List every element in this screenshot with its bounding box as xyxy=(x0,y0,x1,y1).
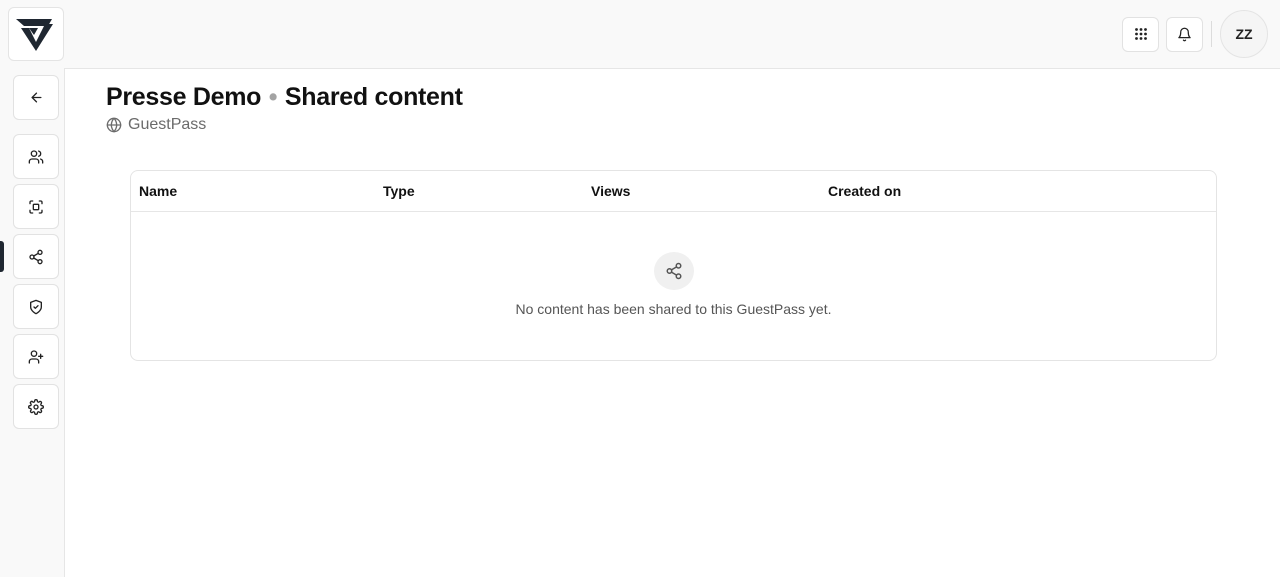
title-section: Shared content xyxy=(284,83,463,111)
notifications-button[interactable] xyxy=(1166,16,1203,52)
active-indicator xyxy=(0,241,4,272)
grid-icon xyxy=(1134,28,1147,40)
table-header: Name Type Views Created on xyxy=(131,171,1216,212)
scan-icon xyxy=(29,199,43,214)
column-header-created-on[interactable]: Created on xyxy=(828,183,901,199)
user-plus-icon xyxy=(28,349,44,364)
title-main: Presse Demo xyxy=(106,83,262,111)
empty-state-icon-wrap xyxy=(653,252,694,290)
bell-icon xyxy=(1178,27,1191,41)
sidebar-item-scan[interactable] xyxy=(13,184,59,229)
app-logo[interactable] xyxy=(8,7,64,61)
shared-content-table: Name Type Views Created on No content ha… xyxy=(130,170,1217,361)
shield-icon xyxy=(30,299,42,314)
top-bar: ZZ xyxy=(0,0,1280,68)
sidebar xyxy=(0,68,64,577)
subtitle-text: GuestPass xyxy=(128,116,207,133)
column-header-name[interactable]: Name xyxy=(139,183,177,199)
sidebar-item-invite[interactable] xyxy=(13,334,59,379)
main-content: Presse Demo • Shared content GuestPass N… xyxy=(64,68,1280,577)
sidebar-item-settings[interactable] xyxy=(13,384,59,429)
apps-button[interactable] xyxy=(1122,16,1159,52)
empty-state: No content has been shared to this Guest… xyxy=(131,252,1216,317)
page-subtitle: GuestPass xyxy=(106,116,206,134)
arrow-left-icon xyxy=(31,92,41,103)
sidebar-item-share[interactable] xyxy=(13,234,59,279)
page-title: Presse Demo • Shared content xyxy=(106,83,463,112)
logo-icon xyxy=(16,19,53,51)
column-header-views[interactable]: Views xyxy=(591,183,630,199)
sidebar-item-security[interactable] xyxy=(13,284,59,329)
globe-icon xyxy=(106,117,122,133)
title-separator: • xyxy=(268,83,278,111)
gear-icon xyxy=(28,398,44,415)
back-button[interactable] xyxy=(13,75,59,120)
empty-state-message: No content has been shared to this Guest… xyxy=(515,301,832,317)
sidebar-item-users[interactable] xyxy=(13,134,59,179)
column-header-type[interactable]: Type xyxy=(383,183,415,199)
user-avatar[interactable]: ZZ xyxy=(1220,10,1268,58)
top-actions: ZZ xyxy=(1122,10,1268,58)
header-divider xyxy=(1211,21,1212,47)
share-icon xyxy=(666,262,681,280)
users-icon xyxy=(28,149,44,164)
share-icon xyxy=(29,249,43,264)
